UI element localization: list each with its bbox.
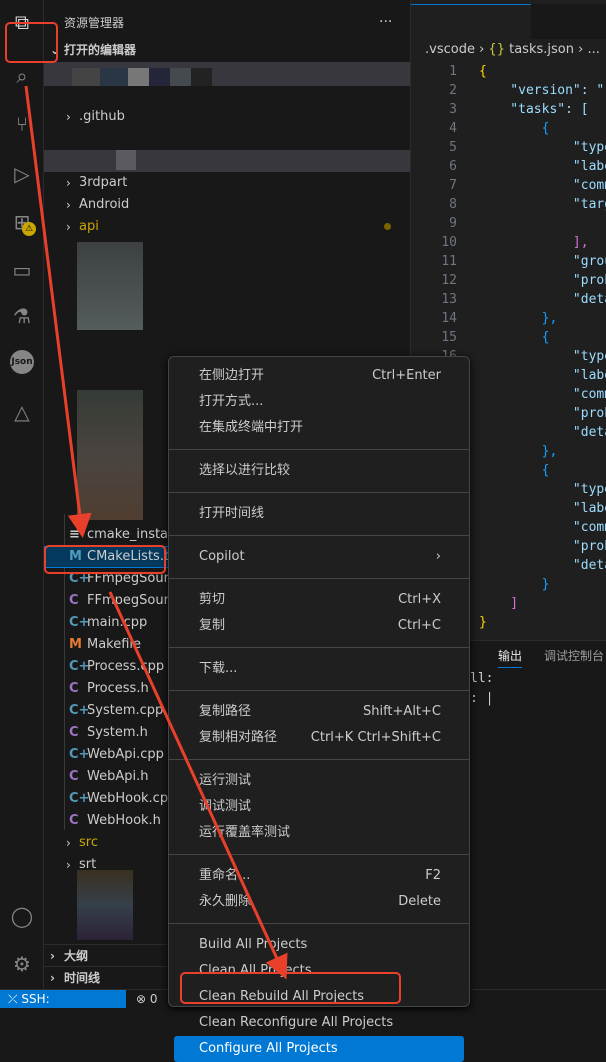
menu-item-label: Clean Reconfigure All Projects bbox=[199, 1015, 394, 1030]
annotation-arrows bbox=[24, 85, 288, 980]
menu-item-label: Configure All Projects bbox=[199, 1041, 338, 1056]
menu-item[interactable]: Clean Reconfigure All Projects bbox=[169, 1010, 469, 1036]
arrow-2 bbox=[108, 591, 288, 980]
menu-item[interactable]: Configure All Projects bbox=[174, 1036, 464, 1062]
arrow-1 bbox=[24, 85, 92, 538]
